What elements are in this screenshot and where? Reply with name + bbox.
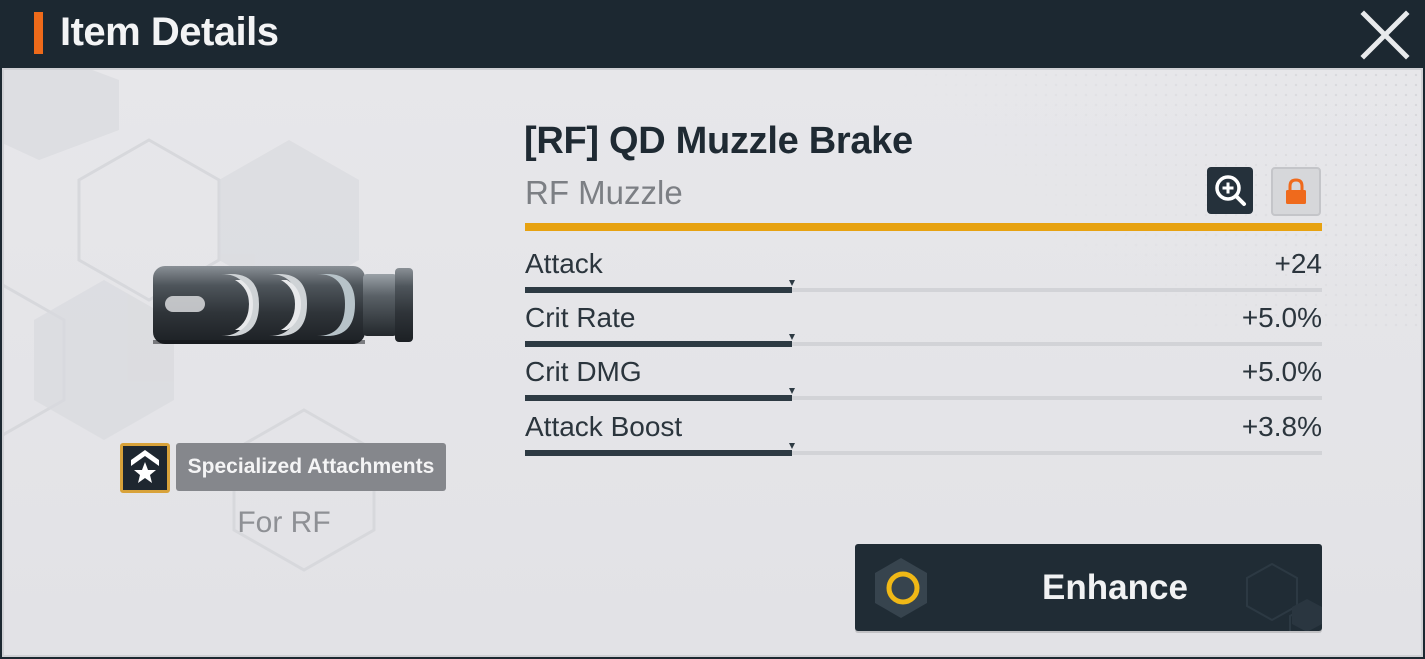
stat-row: Attack +24 <box>525 242 1322 296</box>
stat-name: Attack Boost <box>525 411 683 442</box>
stat-name: Attack <box>525 248 603 279</box>
stat-bar-marker <box>789 334 795 340</box>
stat-bar-fill <box>525 450 792 456</box>
weapon-class-label: For RF <box>237 506 331 539</box>
item-type: RF Muzzle <box>525 174 683 211</box>
specialization-badge <box>120 443 170 493</box>
enhance-label: Enhance <box>1042 568 1188 607</box>
stat-value: +3.8% <box>1241 411 1322 442</box>
page-title: Item Details <box>60 10 279 54</box>
zoom-button[interactable] <box>1207 167 1253 214</box>
stat-name: Crit Rate <box>525 302 636 333</box>
stat-bar-fill <box>525 287 792 293</box>
stat-value: +5.0% <box>1241 302 1322 333</box>
item-detail-panel: Specialized Attachments For RF [RF] QD M… <box>2 68 1423 657</box>
enhance-button[interactable]: Enhance <box>855 544 1322 631</box>
rarity-bar <box>525 223 1322 231</box>
close-button[interactable] <box>1356 6 1414 64</box>
star-chevron-icon <box>131 450 159 483</box>
title-accent <box>34 12 43 54</box>
stat-bar-fill <box>525 341 792 347</box>
item-name: [RF] QD Muzzle Brake <box>524 120 913 162</box>
muzzle-brake-image <box>153 266 413 344</box>
stat-row: Crit DMG +5.0% <box>525 350 1322 404</box>
stat-bar-marker <box>789 388 795 394</box>
stat-bar-fill <box>525 395 792 401</box>
header-bar: Item Details <box>0 0 1425 68</box>
stat-bar-marker <box>789 280 795 286</box>
stat-row: Attack Boost +3.8% <box>525 405 1322 459</box>
enhance-ring-icon <box>875 558 927 618</box>
lock-icon <box>1286 178 1306 204</box>
zoom-in-icon <box>1215 175 1246 206</box>
stat-name: Crit DMG <box>525 356 642 387</box>
stat-row: Crit Rate +5.0% <box>525 296 1322 350</box>
stat-bar-marker <box>789 443 795 449</box>
specialization-label: Specialized Attachments <box>176 443 446 491</box>
hex-background-decoration <box>4 70 376 572</box>
lock-button[interactable] <box>1271 167 1321 216</box>
close-icon <box>1360 10 1410 60</box>
stat-value: +5.0% <box>1241 356 1322 387</box>
stat-value: +24 <box>1274 248 1323 279</box>
